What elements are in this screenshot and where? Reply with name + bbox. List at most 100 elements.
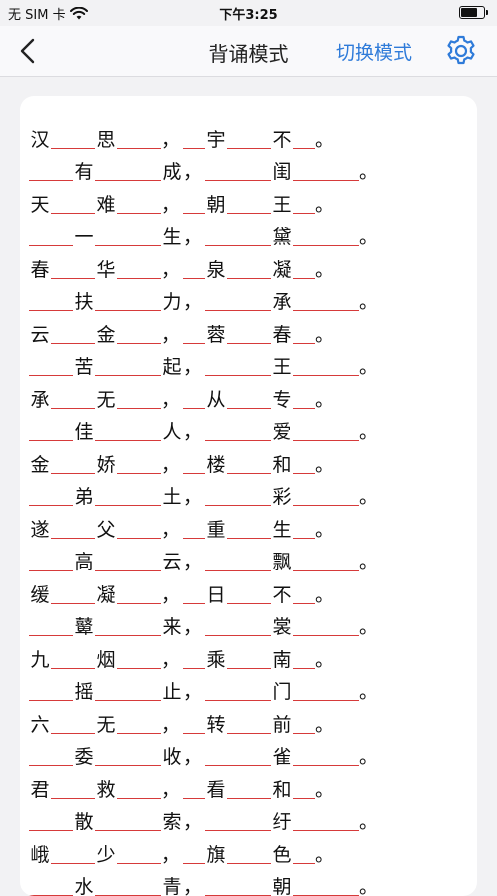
answer-blank[interactable] [227, 453, 271, 474]
answer-blank[interactable] [293, 453, 315, 474]
answer-blank[interactable] [29, 745, 73, 766]
answer-blank[interactable] [95, 355, 161, 376]
answer-blank[interactable] [293, 485, 359, 506]
answer-blank[interactable] [293, 745, 359, 766]
answer-blank[interactable] [293, 420, 359, 441]
answer-blank[interactable] [51, 258, 95, 279]
answer-blank[interactable] [29, 550, 73, 571]
answer-blank[interactable] [95, 745, 161, 766]
answer-blank[interactable] [29, 810, 73, 831]
answer-blank[interactable] [293, 615, 359, 636]
answer-blank[interactable] [227, 193, 271, 214]
answer-blank[interactable] [95, 225, 161, 246]
answer-blank[interactable] [95, 680, 161, 701]
answer-blank[interactable] [183, 778, 205, 799]
answer-blank[interactable] [95, 485, 161, 506]
answer-blank[interactable] [293, 290, 359, 311]
answer-blank[interactable] [205, 290, 271, 311]
answer-blank[interactable] [51, 453, 95, 474]
answer-blank[interactable] [117, 583, 161, 604]
answer-blank[interactable] [205, 550, 271, 571]
answer-blank[interactable] [293, 323, 315, 344]
answer-blank[interactable] [293, 778, 315, 799]
answer-blank[interactable] [227, 128, 271, 149]
answer-blank[interactable] [183, 843, 205, 864]
answer-blank[interactable] [205, 225, 271, 246]
answer-blank[interactable] [293, 713, 315, 734]
answer-blank[interactable] [183, 388, 205, 409]
answer-blank[interactable] [293, 810, 359, 831]
answer-blank[interactable] [29, 290, 73, 311]
answer-blank[interactable] [117, 778, 161, 799]
answer-blank[interactable] [293, 160, 359, 181]
answer-blank[interactable] [29, 615, 73, 636]
answer-blank[interactable] [205, 875, 271, 896]
answer-blank[interactable] [205, 680, 271, 701]
answer-blank[interactable] [293, 875, 359, 896]
answer-blank[interactable] [51, 713, 95, 734]
answer-blank[interactable] [293, 258, 315, 279]
answer-blank[interactable] [293, 550, 359, 571]
answer-blank[interactable] [117, 713, 161, 734]
answer-blank[interactable] [51, 843, 95, 864]
answer-blank[interactable] [95, 550, 161, 571]
answer-blank[interactable] [29, 160, 73, 181]
answer-blank[interactable] [227, 713, 271, 734]
answer-blank[interactable] [183, 583, 205, 604]
answer-blank[interactable] [51, 323, 95, 344]
answer-blank[interactable] [293, 355, 359, 376]
answer-blank[interactable] [183, 323, 205, 344]
answer-blank[interactable] [117, 518, 161, 539]
answer-blank[interactable] [29, 680, 73, 701]
answer-blank[interactable] [227, 258, 271, 279]
answer-blank[interactable] [117, 453, 161, 474]
answer-blank[interactable] [51, 128, 95, 149]
answer-blank[interactable] [51, 518, 95, 539]
answer-blank[interactable] [51, 583, 95, 604]
answer-blank[interactable] [29, 355, 73, 376]
answer-blank[interactable] [29, 875, 73, 896]
answer-blank[interactable] [227, 648, 271, 669]
answer-blank[interactable] [227, 583, 271, 604]
answer-blank[interactable] [205, 485, 271, 506]
answer-blank[interactable] [183, 128, 205, 149]
answer-blank[interactable] [205, 420, 271, 441]
answer-blank[interactable] [117, 323, 161, 344]
answer-blank[interactable] [293, 128, 315, 149]
answer-blank[interactable] [51, 778, 95, 799]
answer-blank[interactable] [293, 388, 315, 409]
answer-blank[interactable] [51, 388, 95, 409]
switch-mode-button[interactable]: 切换模式 [336, 38, 412, 65]
answer-blank[interactable] [183, 453, 205, 474]
answer-blank[interactable] [95, 420, 161, 441]
answer-blank[interactable] [293, 225, 359, 246]
answer-blank[interactable] [95, 810, 161, 831]
answer-blank[interactable] [117, 388, 161, 409]
answer-blank[interactable] [117, 648, 161, 669]
answer-blank[interactable] [293, 680, 359, 701]
answer-blank[interactable] [227, 518, 271, 539]
answer-blank[interactable] [293, 648, 315, 669]
answer-blank[interactable] [293, 843, 315, 864]
answer-blank[interactable] [95, 290, 161, 311]
answer-blank[interactable] [51, 648, 95, 669]
answer-blank[interactable] [183, 713, 205, 734]
answer-blank[interactable] [205, 745, 271, 766]
settings-button[interactable] [444, 34, 478, 68]
answer-blank[interactable] [183, 193, 205, 214]
answer-blank[interactable] [117, 258, 161, 279]
answer-blank[interactable] [293, 193, 315, 214]
answer-blank[interactable] [293, 583, 315, 604]
answer-blank[interactable] [183, 258, 205, 279]
answer-blank[interactable] [29, 420, 73, 441]
answer-blank[interactable] [183, 648, 205, 669]
answer-blank[interactable] [117, 128, 161, 149]
answer-blank[interactable] [95, 160, 161, 181]
answer-blank[interactable] [205, 355, 271, 376]
answer-blank[interactable] [227, 778, 271, 799]
answer-blank[interactable] [95, 615, 161, 636]
answer-blank[interactable] [227, 323, 271, 344]
answer-blank[interactable] [205, 160, 271, 181]
answer-blank[interactable] [29, 485, 73, 506]
answer-blank[interactable] [117, 193, 161, 214]
